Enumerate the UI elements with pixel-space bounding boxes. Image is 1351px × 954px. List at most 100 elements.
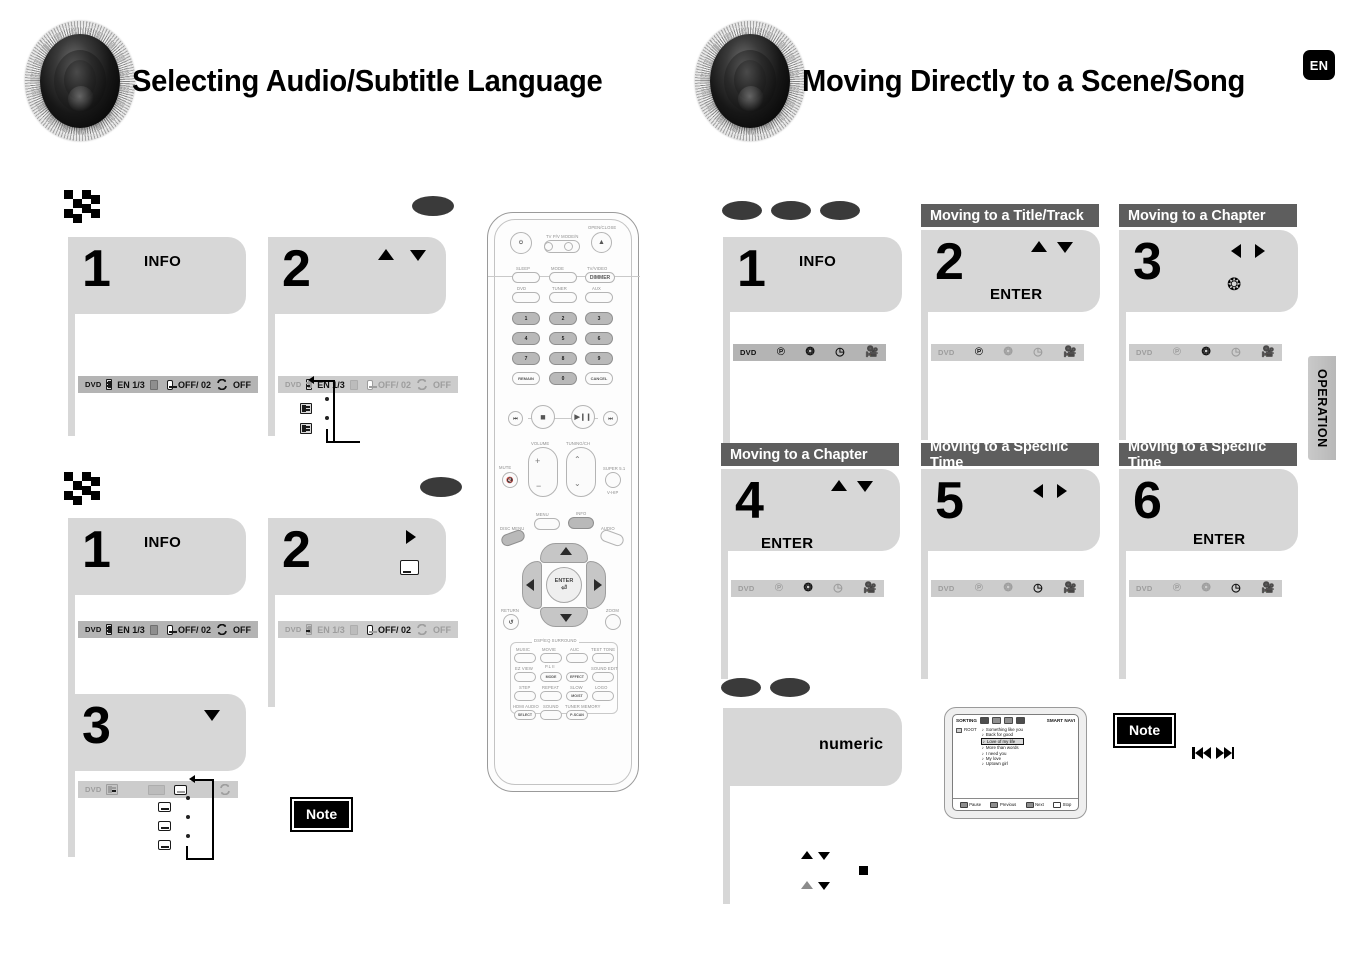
slow-button[interactable]: MO/ST xyxy=(566,691,588,701)
dpad[interactable]: ENTER ⏎ xyxy=(522,543,606,627)
person-chip-icon[interactable] xyxy=(991,717,1001,724)
play-pause-button[interactable]: ▶❙❙ xyxy=(571,405,595,429)
left-section-title: Selecting Audio/Subtitle Language xyxy=(16,8,632,153)
step-6-scene: 6 ENTER xyxy=(1119,469,1298,679)
list-item[interactable]: ♪ I need you xyxy=(981,751,1024,756)
tuner-source-button[interactable] xyxy=(549,292,577,303)
folder-icon xyxy=(956,727,962,733)
zoom-button[interactable] xyxy=(605,614,621,630)
step-button[interactable] xyxy=(514,691,536,701)
list-item-selected[interactable]: ♪ Love of my life xyxy=(980,737,1024,745)
info-button[interactable] xyxy=(568,517,594,529)
key-7[interactable]: 7 xyxy=(512,352,540,365)
repeat-icon xyxy=(219,783,231,796)
sorting-label: SORTING xyxy=(956,718,977,723)
step-label: INFO xyxy=(144,253,182,270)
slow-label: SLOW xyxy=(570,685,583,690)
menu-button[interactable] xyxy=(534,518,560,530)
list-item[interactable]: ♪ Back for good xyxy=(981,732,1024,737)
section-header-chapter-2: Moving to a Chapter xyxy=(721,443,899,466)
sound-edit-label: SOUND EDIT xyxy=(591,666,618,671)
key-8[interactable]: 8 xyxy=(549,352,577,365)
enter-button[interactable]: ENTER ⏎ xyxy=(546,567,582,603)
sound-label: SOUND xyxy=(543,704,559,709)
sound-button[interactable] xyxy=(540,710,562,720)
key-9[interactable]: 9 xyxy=(585,352,613,365)
effect-button[interactable]: EFFECT xyxy=(566,672,588,682)
dvd-badge xyxy=(420,477,462,497)
note-chip-icon[interactable] xyxy=(979,717,989,724)
logo-button[interactable] xyxy=(592,691,614,701)
mute-button[interactable]: 🔇 xyxy=(502,472,518,488)
language-badge: EN xyxy=(1303,50,1335,80)
step-number: 3 xyxy=(1133,233,1162,291)
key-3[interactable]: 3 xyxy=(585,312,613,325)
key-4[interactable]: 4 xyxy=(512,332,540,345)
step-number: 2 xyxy=(282,240,311,298)
album-chip-icon[interactable] xyxy=(1003,717,1013,724)
dvd-source-button[interactable] xyxy=(512,292,540,303)
checker-arrow-marker xyxy=(64,472,112,506)
step-number: 2 xyxy=(282,521,311,579)
cd-badge xyxy=(770,678,810,697)
stop-button[interactable]: ■ xyxy=(531,405,555,429)
volume-rocker[interactable] xyxy=(528,447,558,497)
ez-view-button[interactable] xyxy=(514,672,536,682)
key-0[interactable]: 0 xyxy=(549,372,577,385)
down-arrow-icon xyxy=(1057,242,1073,253)
dpad-down-arrow-icon xyxy=(560,614,572,622)
osd-subtitle-value: OFF/ 02 xyxy=(177,379,211,390)
dimmer-button[interactable]: DIMMER xyxy=(585,272,615,283)
pause-footer-button[interactable]: Pause xyxy=(959,801,981,808)
tv-toggle-right[interactable] xyxy=(564,242,573,251)
test-tone-button[interactable] xyxy=(592,653,614,663)
list-item[interactable]: ♪ My love xyxy=(981,756,1024,761)
pl2-mode-button[interactable]: MODE xyxy=(540,672,562,682)
mode-button[interactable] xyxy=(549,272,577,283)
osd-audio-value: EN 1/3 xyxy=(117,379,145,390)
cancel-button[interactable]: CANCEL xyxy=(585,372,613,385)
open-close-button[interactable]: ▲ xyxy=(591,232,612,253)
tuning-rocker[interactable] xyxy=(566,447,596,497)
osd-disc-label: DVD xyxy=(738,584,755,593)
root-node[interactable]: ROOT xyxy=(956,727,977,766)
root-label: ROOT xyxy=(964,727,977,732)
skip-back-button[interactable]: ⏮ xyxy=(508,411,523,426)
return-button[interactable]: ↺ xyxy=(503,614,519,630)
key-5[interactable]: 5 xyxy=(549,332,577,345)
repeat-button[interactable] xyxy=(540,691,562,701)
aux-source-button[interactable] xyxy=(585,292,613,303)
section-header-specific-time-1: Moving to a Specific Time xyxy=(921,439,1099,471)
list-item[interactable]: ♪ Something like you xyxy=(981,727,1024,732)
next-footer-button[interactable]: Next xyxy=(1025,801,1044,808)
stop-footer-button[interactable]: Stop xyxy=(1053,801,1071,808)
skip-forward-button[interactable]: ⏭ xyxy=(603,411,618,426)
super-51-button[interactable] xyxy=(605,472,621,488)
disc-type-badges-subtitle xyxy=(420,477,462,497)
all-chip-icon[interactable] xyxy=(1015,717,1025,724)
previous-key-icon xyxy=(990,801,999,808)
music-note-icon: ♪ xyxy=(982,738,985,744)
title-icon: ℗ xyxy=(776,346,786,358)
music-button[interactable] xyxy=(514,653,536,663)
step-3-scene: 3 ❂ xyxy=(1119,230,1298,440)
list-item[interactable]: ♪ Uptown girl xyxy=(981,761,1024,766)
list-item[interactable]: ♪ More than words xyxy=(981,745,1024,750)
osd-info-bar-scene-3: DVD ℗ ❂ ◷ 🎥 xyxy=(1129,344,1282,361)
previous-footer-button[interactable]: Previous xyxy=(990,801,1016,808)
manual-page: Selecting Audio/Subtitle Language Moving… xyxy=(0,0,1351,954)
hdmi-select-button[interactable]: SELECT xyxy=(514,710,536,720)
key-2[interactable]: 2 xyxy=(549,312,577,325)
sound-edit-button[interactable] xyxy=(592,672,614,682)
power-button[interactable]: ⏻ xyxy=(510,232,532,254)
sleep-button[interactable] xyxy=(512,272,540,283)
pscan-button[interactable]: P-SCAN xyxy=(566,710,588,720)
remain-button[interactable]: REMAIN xyxy=(512,372,540,385)
auc-label: AUC xyxy=(570,647,580,652)
tv-toggle-left[interactable] xyxy=(544,242,553,251)
movie-button[interactable] xyxy=(540,653,562,663)
step-number: 2 xyxy=(935,233,964,291)
key-6[interactable]: 6 xyxy=(585,332,613,345)
auc-button[interactable] xyxy=(566,653,588,663)
key-1[interactable]: 1 xyxy=(512,312,540,325)
